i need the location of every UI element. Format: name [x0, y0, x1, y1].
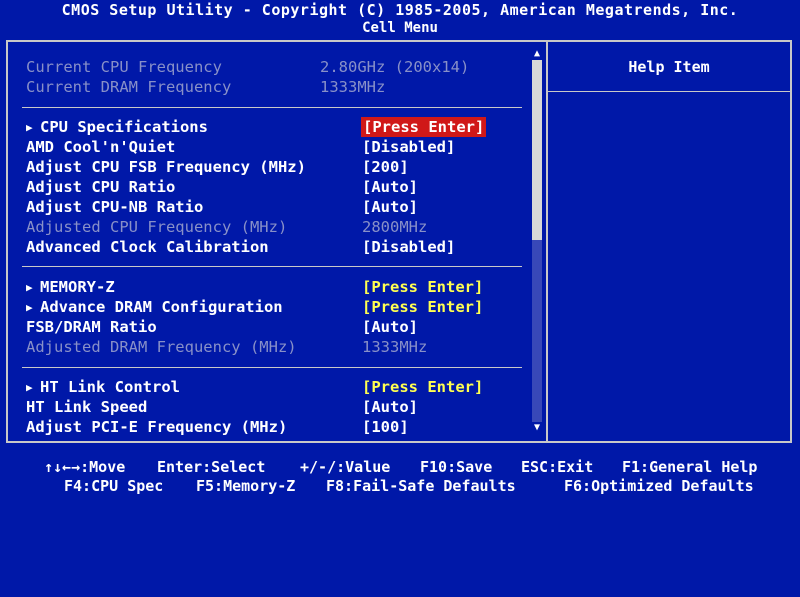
row-value[interactable]: [100]	[362, 417, 409, 437]
memory-z-item[interactable]: ▶ MEMORY-Z [Press Enter]	[26, 277, 526, 297]
right-triangle-icon: ▶	[26, 121, 33, 134]
row-label: Adjust CPU Ratio	[26, 178, 176, 196]
row-value: 2.80GHz (200x14)	[320, 58, 470, 76]
footer-save-hint: F10:Save	[420, 458, 493, 476]
footer-failsafe-hint: F8:Fail-Safe Defaults	[326, 477, 516, 495]
ht-link-control-item[interactable]: ▶ HT Link Control [Press Enter]	[26, 377, 526, 397]
footer-move-hint: ↑↓←→:Move	[44, 458, 126, 476]
item-text: HT Link Control	[40, 378, 180, 396]
row-value[interactable]: [Press Enter]	[362, 377, 483, 397]
footer-help-line-1: ↑↓←→:Move Enter:Select +/-/:Value F10:Sa…	[0, 457, 800, 477]
row-value[interactable]: [200]	[362, 157, 409, 177]
row-value[interactable]: [Auto]	[362, 317, 418, 337]
ht-link-speed-item[interactable]: HT Link Speed [Auto]	[26, 397, 526, 417]
section-separator	[22, 107, 522, 108]
item-text: CPU Specifications	[40, 118, 208, 136]
help-item-title: Help Item	[628, 58, 710, 76]
row-label: Adjusted CPU Frequency (MHz)	[26, 218, 288, 236]
amd-cool-n-quiet-item[interactable]: AMD Cool'n'Quiet [Disabled]	[26, 137, 526, 157]
row-value[interactable]: [Press Enter]	[362, 297, 483, 317]
scroll-up-icon[interactable]: ▲	[531, 48, 543, 60]
row-value: 1333MHz	[362, 338, 428, 356]
row-label: Adjusted DRAM Frequency (MHz)	[26, 338, 297, 356]
right-triangle-icon: ▶	[26, 301, 33, 314]
help-divider	[548, 91, 790, 92]
footer-memory-z-hint: F5:Memory-Z	[196, 477, 296, 495]
item-text: MEMORY-Z	[40, 278, 115, 296]
adjust-cpu-ratio-item[interactable]: Adjust CPU Ratio [Auto]	[26, 177, 526, 197]
adjust-pcie-frequency-item[interactable]: Adjust PCI-E Frequency (MHz) [100]	[26, 417, 526, 437]
adjusted-cpu-frequency-row: Adjusted CPU Frequency (MHz) 2800MHz	[26, 217, 526, 237]
scroll-thumb[interactable]	[532, 60, 542, 240]
row-value[interactable]: [Press Enter]	[362, 277, 483, 297]
adjust-cpu-fsb-item[interactable]: Adjust CPU FSB Frequency (MHz) [200]	[26, 157, 526, 177]
row-label: Current DRAM Frequency	[26, 78, 232, 96]
row-label: ▶ CPU Specifications	[26, 117, 208, 138]
row-label: ▶ HT Link Control	[26, 377, 180, 398]
row-value[interactable]: [Auto]	[362, 177, 418, 197]
advanced-clock-calibration-item[interactable]: Advanced Clock Calibration [Disabled]	[26, 237, 526, 257]
current-cpu-frequency-row: Current CPU Frequency 2.80GHz (200x14)	[26, 57, 526, 77]
menu-title: Cell Menu	[0, 19, 800, 37]
row-label: Advanced Clock Calibration	[26, 238, 269, 256]
row-label: Adjust CPU-NB Ratio	[26, 198, 204, 216]
section-separator	[22, 367, 522, 368]
row-label: ▶ Advance DRAM Configuration	[26, 297, 283, 318]
row-label: AMD Cool'n'Quiet	[26, 138, 176, 156]
right-triangle-icon: ▶	[26, 281, 33, 294]
item-text: Advance DRAM Configuration	[40, 298, 283, 316]
row-value: 2800MHz	[362, 218, 428, 236]
row-label: Adjust PCI-E Frequency (MHz)	[26, 418, 288, 436]
row-value: 1333MHz	[320, 78, 386, 96]
right-triangle-icon: ▶	[26, 381, 33, 394]
fsb-dram-ratio-item[interactable]: FSB/DRAM Ratio [Auto]	[26, 317, 526, 337]
adjust-cpu-nb-ratio-item[interactable]: Adjust CPU-NB Ratio [Auto]	[26, 197, 526, 217]
row-label: ▶ MEMORY-Z	[26, 277, 115, 298]
section-separator	[22, 266, 522, 267]
window-title: CMOS Setup Utility - Copyright (C) 1985-…	[0, 0, 800, 20]
row-value[interactable]: [Disabled]	[362, 137, 455, 157]
row-label: Adjust CPU FSB Frequency (MHz)	[26, 158, 306, 176]
footer-cpu-spec-hint: F4:CPU Spec	[64, 477, 164, 495]
advance-dram-configuration-item[interactable]: ▶ Advance DRAM Configuration [Press Enter…	[26, 297, 526, 317]
cpu-specifications-item[interactable]: ▶ CPU Specifications [Press Enter]	[26, 117, 526, 137]
footer-help-hint: F1:General Help	[622, 458, 758, 476]
row-value[interactable]: [Disabled]	[362, 237, 455, 257]
footer-value-hint: +/-/:Value	[300, 458, 391, 476]
footer-optimized-hint: F6:Optimized Defaults	[564, 477, 754, 495]
row-value[interactable]: [Auto]	[362, 197, 418, 217]
footer-select-hint: Enter:Select	[157, 458, 266, 476]
scrollbar[interactable]: ▲ ▼	[531, 48, 543, 434]
row-value[interactable]: [Auto]	[362, 397, 418, 417]
row-value-selected[interactable]: [Press Enter]	[361, 117, 487, 137]
adjusted-dram-frequency-row: Adjusted DRAM Frequency (MHz) 1333MHz	[26, 337, 526, 357]
footer-help-line-2: F4:CPU Spec F5:Memory-Z F8:Fail-Safe Def…	[0, 476, 800, 496]
row-label: HT Link Speed	[26, 398, 148, 416]
scroll-down-icon[interactable]: ▼	[531, 422, 543, 434]
row-label: FSB/DRAM Ratio	[26, 318, 157, 336]
panel-divider	[546, 40, 548, 443]
current-dram-frequency-row: Current DRAM Frequency 1333MHz	[26, 77, 526, 97]
row-label: Current CPU Frequency	[26, 58, 222, 76]
footer-exit-hint: ESC:Exit	[521, 458, 594, 476]
